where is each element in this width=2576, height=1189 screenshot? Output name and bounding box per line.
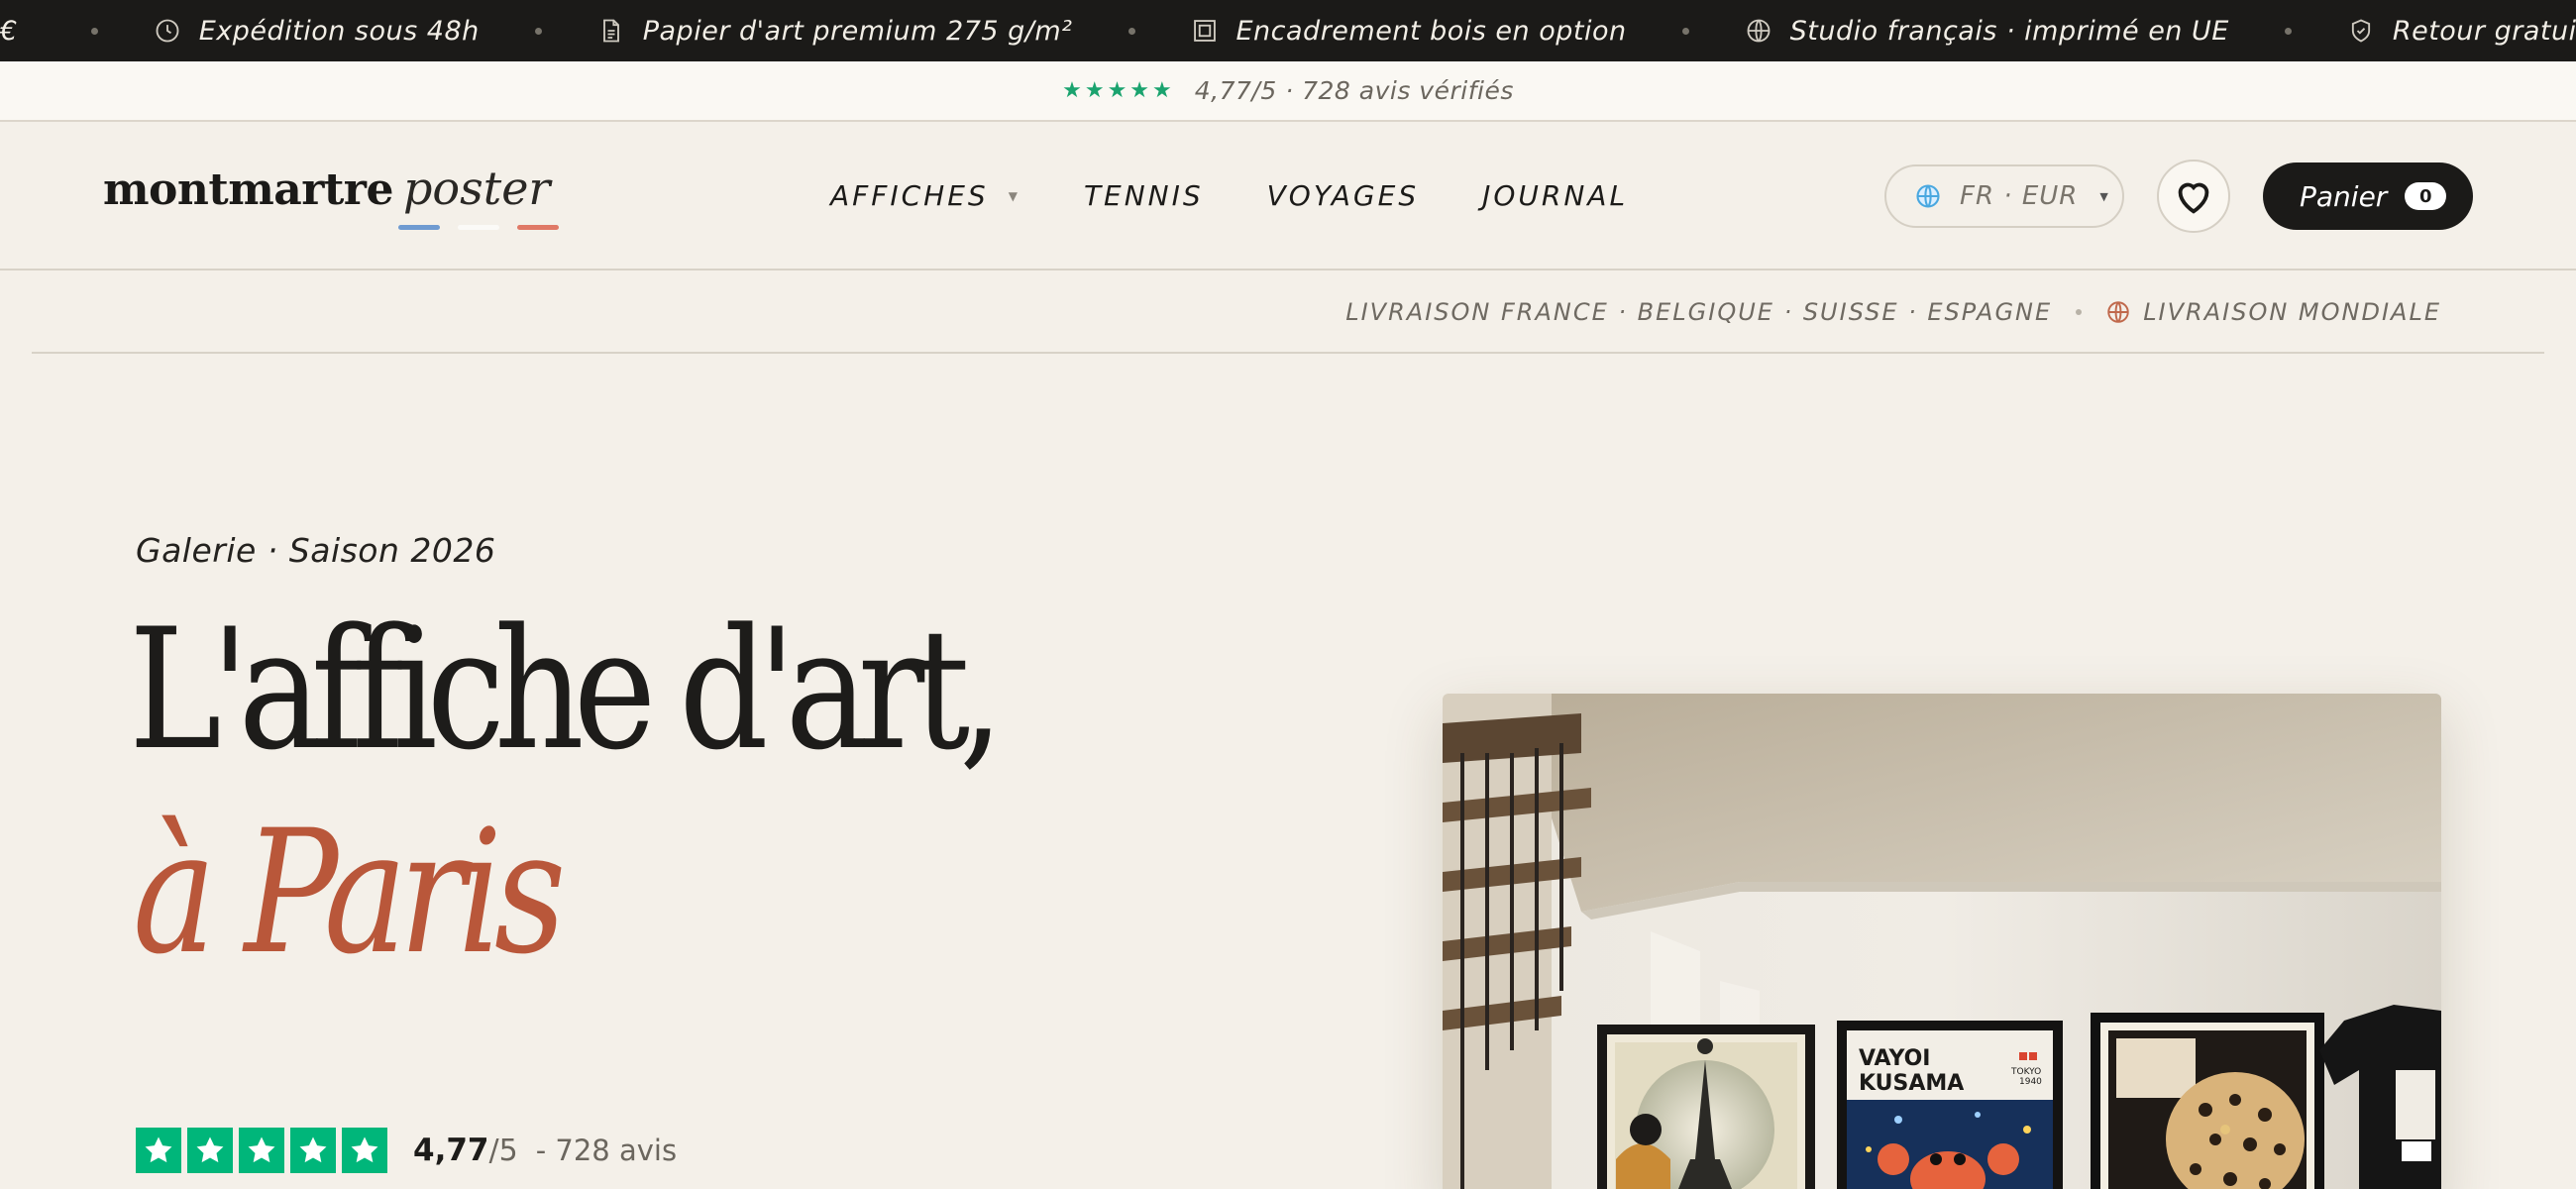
frame-icon	[1193, 20, 1216, 42]
review-score: 4,77	[413, 1133, 489, 1168]
chevron-down-icon: ▼	[1008, 188, 1020, 203]
separator-dot	[90, 27, 98, 35]
poster-title-line-1: VAYOI	[1859, 1046, 1931, 1071]
logo-tricolor-underline	[398, 225, 559, 230]
hero-title-line-2: à Paris	[133, 793, 566, 992]
logo-line-red	[517, 225, 559, 230]
globe-icon	[1747, 19, 1771, 43]
globe-icon	[2107, 301, 2129, 323]
review-count: - 728 avis	[535, 1134, 678, 1167]
nav-item-journal[interactable]: JOURNAL	[1482, 179, 1628, 212]
hero-image: VAYOI KUSAMA TOKYO 1940	[1443, 694, 2441, 1189]
star-icon	[290, 1128, 336, 1173]
announcement-item-frame: Encadrement bois en option	[1191, 16, 1627, 47]
poster-sub-line-2: 1940	[2019, 1077, 2042, 1087]
cart-label: Panier	[2300, 179, 2388, 213]
announcement-item-paper: Papier d'art premium 275 g/m²	[597, 16, 1073, 47]
wishlist-button[interactable]	[2157, 160, 2230, 233]
nav-item-affiches[interactable]: AFFICHES ▼	[830, 179, 1020, 212]
announcement-item-returns: Retour gratuit 90 jours	[2347, 16, 2576, 47]
separator-dot	[2284, 27, 2292, 35]
delivery-strip: LIVRAISON FRANCE · BELGIQUE · SUISSE · E…	[32, 272, 2544, 354]
locale-label: FR · EUR	[1960, 181, 2079, 211]
clock-icon	[156, 19, 179, 43]
logo-line-white	[458, 225, 499, 230]
poster-eiffel	[1597, 1025, 1815, 1189]
cart-count-badge: 0	[2405, 182, 2447, 210]
site-logo[interactable]: montmartre poster	[103, 162, 550, 215]
announcement-bar: € Expédition sous 48h Papier d'art premi…	[0, 0, 2576, 61]
star-icon	[239, 1128, 284, 1173]
rating-text: 4,77/5 · 728 avis vérifiés	[1194, 76, 1514, 105]
poster-leopard	[2091, 1013, 2324, 1189]
heart-icon	[2178, 182, 2209, 214]
poster-kusama: VAYOI KUSAMA TOKYO 1940	[1837, 1021, 2063, 1189]
delivery-worldwide[interactable]: LIVRAISON MONDIALE	[2143, 298, 2441, 326]
announcement-item-shipping: Expédition sous 48h	[154, 16, 480, 47]
room-illustration: VAYOI KUSAMA TOKYO 1940	[1443, 694, 2441, 1189]
main-nav: AFFICHES ▼ TENNIS VOYAGES JOURNAL	[830, 179, 1691, 212]
globe-icon	[1916, 184, 1940, 208]
delivery-info: LIVRAISON FRANCE · BELGIQUE · SUISSE · E…	[1345, 298, 2441, 326]
announcement-track: € Expédition sous 48h Papier d'art premi…	[0, 0, 2576, 61]
hero-review-summary[interactable]: 4,77 /5 - 728 avis	[136, 1128, 677, 1173]
nav-item-tennis[interactable]: TENNIS	[1084, 179, 1204, 212]
poster-title-line-2: KUSAMA	[1859, 1071, 1964, 1096]
nav-item-voyages[interactable]: VOYAGES	[1267, 179, 1419, 212]
delivery-countries: LIVRAISON FRANCE · BELGIQUE · SUISSE · E…	[1345, 298, 2053, 326]
logo-line-blue	[398, 225, 440, 230]
chevron-down-icon: ▼	[2099, 189, 2109, 203]
hero-eyebrow: Galerie · Saison 2026	[136, 531, 496, 570]
rating-stars: ★★★★★	[1062, 78, 1175, 103]
star-icon	[136, 1128, 181, 1173]
logo-wordmark-bold: montmartre	[103, 164, 393, 215]
logo-wordmark-italic: poster	[402, 162, 551, 215]
separator-dot	[1127, 27, 1135, 35]
locale-selector[interactable]: FR · EUR ▼	[1884, 164, 2124, 228]
poster-sub-line-1: TOKYO	[2010, 1067, 2041, 1077]
hero-title-line-1: L'affiche d'art,	[129, 593, 1004, 787]
separator-dot	[2076, 309, 2083, 315]
announcement-item-studio: Studio français · imprimé en UE	[1745, 16, 2229, 47]
star-icon	[187, 1128, 233, 1173]
separator-dot	[1681, 27, 1689, 35]
separator-dot	[534, 27, 542, 35]
review-score-outof: /5	[488, 1133, 518, 1168]
rating-strip[interactable]: ★★★★★ 4,77/5 · 728 avis vérifiés	[0, 61, 2576, 122]
star-icon	[342, 1128, 387, 1173]
cart-button[interactable]: Panier 0	[2263, 162, 2473, 230]
announcement-item-euro: €	[0, 15, 18, 47]
document-icon	[602, 19, 619, 43]
site-header: montmartre poster AFFICHES ▼ TENNIS VOYA…	[0, 122, 2576, 270]
shield-check-icon	[2351, 19, 2370, 43]
